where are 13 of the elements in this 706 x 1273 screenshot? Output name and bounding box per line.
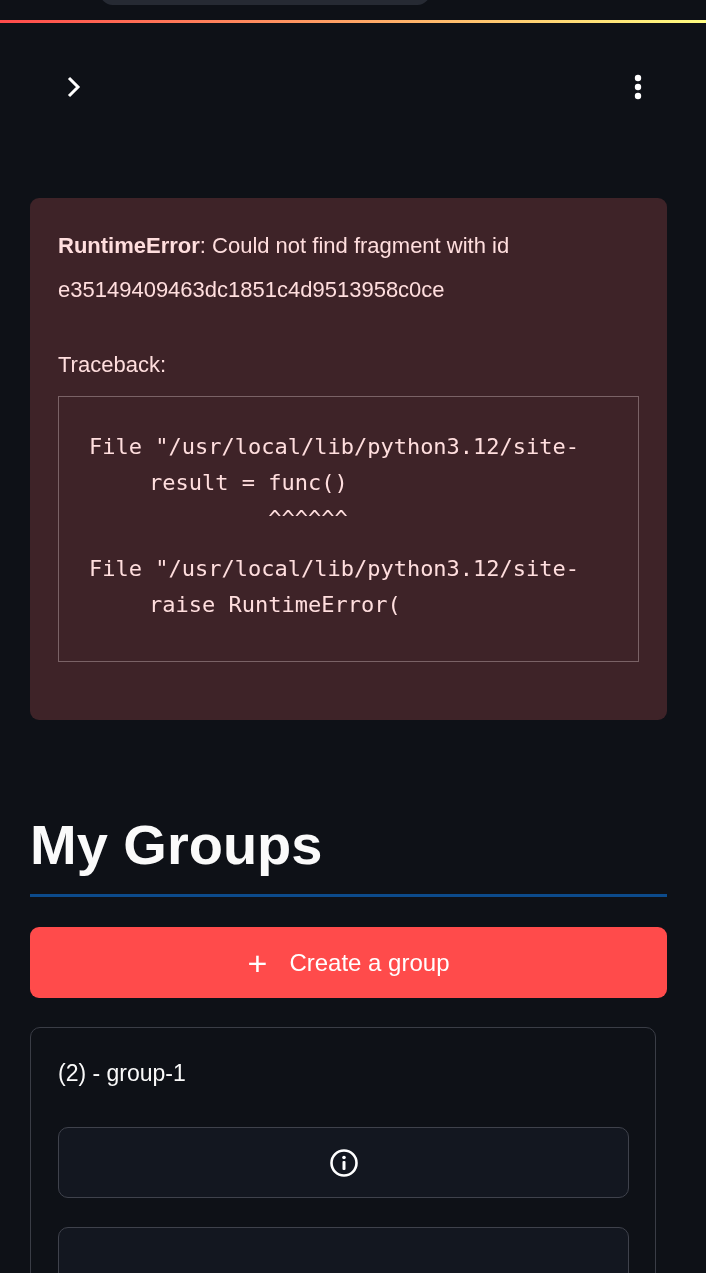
- caret-marker: ^^^^^^: [267, 505, 349, 533]
- code-line: result = func(): [148, 469, 349, 497]
- code-line: raise RuntimeError(: [148, 591, 402, 619]
- group-title: (2) - group-1: [58, 1060, 187, 1087]
- error-message: RuntimeError: Could not find fragment with id e35149409463dc1851c4d9513958c0ce: [58, 232, 511, 304]
- code-line: File "/usr/local/lib/python3.12/site-: [89, 433, 581, 461]
- menu-icon[interactable]: [634, 74, 642, 100]
- section-heading: My Groups: [30, 812, 324, 878]
- info-icon: [328, 1147, 359, 1178]
- create-group-button[interactable]: + Create a group: [30, 927, 667, 998]
- traceback-label: Traceback:: [58, 352, 167, 378]
- code-line: File "/usr/local/lib/python3.12/site-: [89, 555, 581, 583]
- chevron-right-icon[interactable]: [67, 76, 81, 98]
